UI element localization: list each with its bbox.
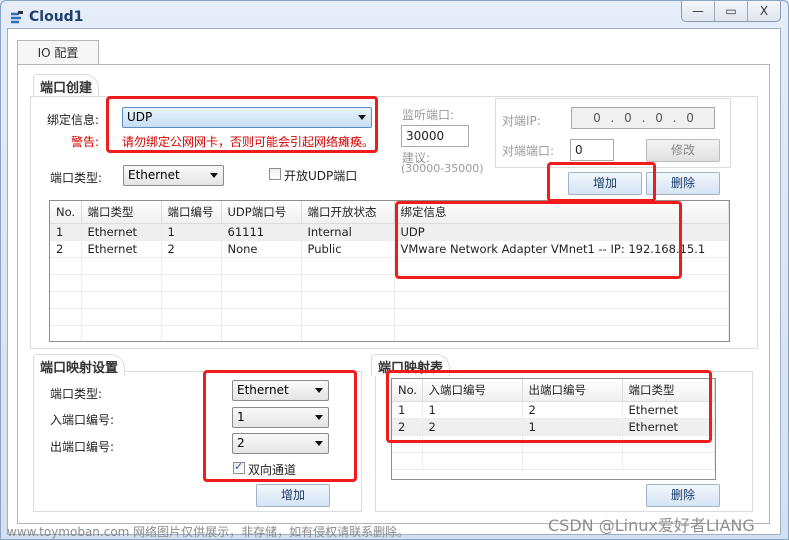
in-port-select[interactable]: 1 (232, 407, 329, 428)
mapping-table: No. 入端口编号 出端口编号 端口类型 1 1 2 Ethernet 2 2 … (391, 378, 716, 480)
table-row[interactable]: 1 Ethernet 1 61111 Internal UDP (50, 223, 729, 241)
minimize-button[interactable]: — (682, 1, 715, 21)
suggest-range: (30000-35000) (401, 162, 484, 175)
port-create-title: 端口创建 (33, 74, 100, 96)
watermark-left: www.toymoban.com 网络图片仅供展示，非存储，如有侵权请联系删除。 (7, 525, 410, 539)
port-type-value: Ethernet (128, 168, 180, 182)
empty-row (50, 325, 729, 341)
col-no[interactable]: No. (392, 379, 423, 402)
cell: 2 (50, 240, 82, 258)
bind-label: 绑定信息: (47, 113, 100, 127)
cell: Ethernet (622, 418, 715, 436)
col-bind-info[interactable]: 绑定信息 (394, 201, 729, 224)
mapping-table-title: 端口映射表 (371, 354, 451, 376)
port-type-select[interactable]: Ethernet (123, 165, 224, 186)
cell: Ethernet (81, 240, 162, 258)
mapping-table-header: No. 入端口编号 出端口编号 端口类型 (392, 379, 715, 402)
map-port-type-select[interactable]: Ethernet (232, 380, 329, 401)
add-mapping-button[interactable]: 增加 (256, 484, 330, 507)
empty-row (50, 274, 729, 292)
col-no[interactable]: No. (50, 201, 82, 224)
port-table-header: No. 端口类型 端口编号 UDP端口号 端口开放状态 绑定信息 (50, 201, 729, 224)
delete-port-button[interactable]: 删除 (646, 172, 720, 195)
bidirectional-checkbox[interactable] (233, 460, 245, 474)
table-row[interactable]: 2 2 1 Ethernet (392, 418, 715, 436)
cell: 2 (422, 418, 523, 436)
out-port-value: 2 (237, 436, 245, 450)
bidirectional-label: 双向通道 (248, 463, 297, 477)
cell: None (221, 240, 302, 258)
chevron-down-icon (315, 415, 323, 420)
chevron-down-icon (210, 173, 218, 178)
col-port-type[interactable]: 端口类型 (622, 379, 715, 402)
maximize-button[interactable]: ▭ (715, 1, 748, 21)
watermark-right: CSDN @Linux爱好者LIANG (548, 516, 755, 535)
warning-label: 警告: (71, 135, 100, 149)
port-table: No. 端口类型 端口编号 UDP端口号 端口开放状态 绑定信息 1 Ether… (49, 200, 730, 342)
add-port-button[interactable]: 增加 (568, 172, 642, 195)
port-type-label: 端口类型: (50, 171, 103, 185)
port-mapping-title: 端口映射设置 (33, 354, 126, 376)
cell: 1 (422, 401, 523, 419)
in-port-label: 入端口编号: (50, 413, 115, 427)
col-out-port[interactable]: 出端口编号 (522, 379, 623, 402)
out-port-select[interactable]: 2 (232, 433, 329, 454)
cell: 1 (392, 401, 423, 419)
close-button[interactable]: X (748, 1, 780, 21)
chevron-down-icon (358, 115, 366, 120)
window-controls: — ▭ X (681, 1, 781, 22)
tab-io-config[interactable]: IO 配置 (17, 40, 99, 65)
modify-button[interactable]: 修改 (646, 139, 720, 162)
table-row[interactable]: 2 Ethernet 2 None Public VMware Network … (50, 240, 729, 258)
peer-ip-input[interactable]: 0 . 0 . 0 . 0 (571, 107, 715, 129)
col-udp-port[interactable]: UDP端口号 (221, 201, 302, 224)
open-udp-label: 开放UDP端口 (284, 169, 358, 183)
col-port-num[interactable]: 端口编号 (161, 201, 222, 224)
in-port-value: 1 (237, 410, 245, 424)
bind-value: UDP (127, 110, 153, 124)
cell: Internal (301, 223, 395, 241)
col-in-port[interactable]: 入端口编号 (422, 379, 523, 402)
cell: Public (301, 240, 395, 258)
cell: 2 (392, 418, 423, 436)
cell: 2 (522, 401, 623, 419)
cell: VMware Network Adapter VMnet1 -- IP: 192… (394, 240, 729, 258)
empty-row (50, 291, 729, 309)
warning-text: 请勿绑定公网网卡，否则可能会引起网络瘫痪。 (122, 135, 375, 149)
chevron-down-icon (315, 441, 323, 446)
map-port-type-value: Ethernet (237, 383, 289, 397)
chevron-down-icon (315, 388, 323, 393)
cell: 1 (522, 418, 623, 436)
cell: 1 (50, 223, 82, 241)
cell: Ethernet (81, 223, 162, 241)
cell: 2 (161, 240, 222, 258)
cloud-app-icon (11, 11, 23, 24)
col-port-type[interactable]: 端口类型 (81, 201, 162, 224)
map-port-type-label: 端口类型: (50, 387, 103, 401)
bind-select[interactable]: UDP (122, 107, 372, 128)
table-row[interactable]: 1 1 2 Ethernet (392, 401, 715, 419)
cell: 61111 (221, 223, 302, 241)
cell: UDP (394, 223, 729, 241)
delete-mapping-button[interactable]: 删除 (646, 484, 720, 507)
peer-port-input[interactable]: 0 (570, 139, 614, 161)
open-udp-checkbox[interactable] (269, 168, 281, 180)
cell: Ethernet (622, 401, 715, 419)
col-open-state[interactable]: 端口开放状态 (301, 201, 395, 224)
peer-port-label: 对端端口: (502, 144, 555, 158)
window-title: Cloud1 (29, 9, 84, 25)
listen-port-input[interactable]: 30000 (401, 125, 469, 147)
empty-row (50, 308, 729, 326)
empty-row (392, 452, 715, 470)
out-port-label: 出端口编号: (50, 440, 115, 454)
empty-row (50, 257, 729, 275)
empty-row (392, 435, 715, 453)
listen-port-label: 监听端口: (402, 108, 455, 122)
cell: 1 (161, 223, 222, 241)
peer-ip-label: 对端IP: (502, 114, 541, 128)
